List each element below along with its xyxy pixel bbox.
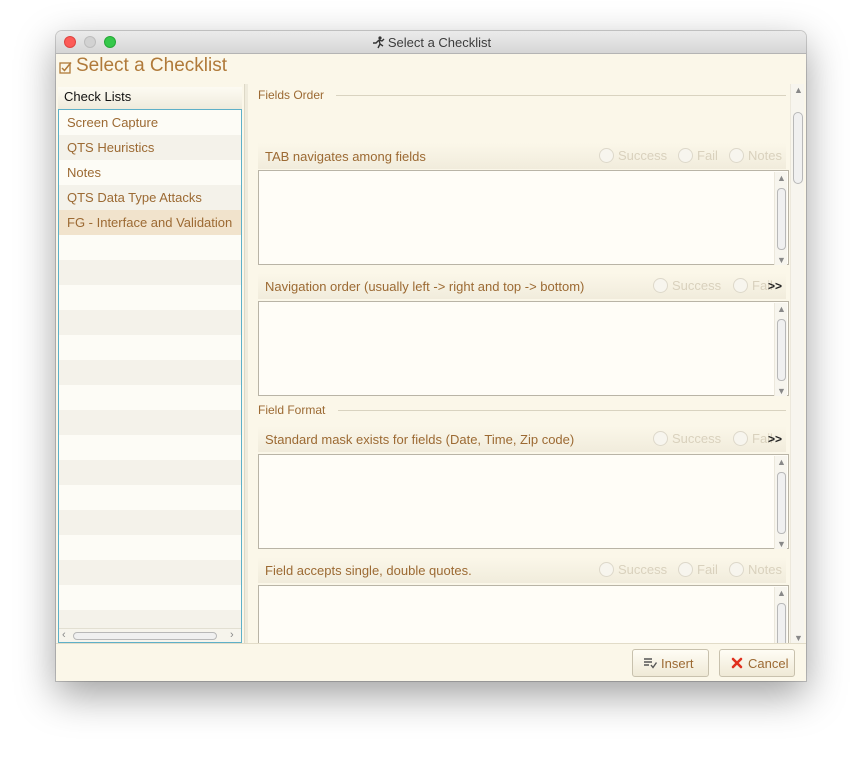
section-field-format: Field Format (258, 403, 326, 417)
field-standard-mask: Standard mask exists for fields (Date, T… (258, 426, 786, 452)
radio-circle-icon (599, 148, 614, 163)
empty-row (59, 260, 241, 285)
field-navigation-order: Navigation order (usually left -> right … (258, 273, 786, 299)
list-scroll-thumb[interactable] (73, 632, 217, 640)
textarea-scrollbar[interactable]: ▲ (774, 587, 787, 643)
scroll-thumb[interactable] (777, 188, 786, 250)
window-title: Select a Checklist (387, 35, 492, 50)
notes-textarea-3[interactable]: ▲ ▼ (258, 454, 789, 549)
textarea-scrollbar[interactable]: ▲ ▼ (774, 303, 787, 396)
radio-circle-icon (733, 278, 748, 293)
scroll-up-icon[interactable]: ▲ (777, 173, 786, 183)
cancel-label: Cancel (748, 656, 789, 671)
field-label: Field accepts single, double quotes. (265, 563, 472, 578)
checklist-list[interactable]: Screen Capture QTS Heuristics Notes QTS … (58, 109, 242, 643)
scroll-thumb[interactable] (777, 319, 786, 381)
scroll-thumb[interactable] (777, 603, 786, 643)
insert-list-icon (644, 658, 657, 669)
success-radio[interactable]: Success (653, 431, 721, 446)
empty-row (59, 360, 241, 385)
notes-textarea-2[interactable]: ▲ ▼ (258, 301, 789, 396)
field-label: Navigation order (usually left -> right … (265, 279, 585, 294)
radio-circle-icon (653, 431, 668, 446)
textarea-scrollbar[interactable]: ▲ ▼ (774, 172, 787, 265)
scroll-thumb[interactable] (777, 472, 786, 534)
empty-row (59, 560, 241, 585)
scroll-up-icon[interactable]: ▲ (794, 85, 803, 95)
empty-row (59, 460, 241, 485)
scroll-up-icon[interactable]: ▲ (777, 304, 786, 314)
field-label: Standard mask exists for fields (Date, T… (265, 432, 575, 447)
field-accepts-quotes: Field accepts single, double quotes. Suc… (258, 557, 786, 583)
textarea-scrollbar[interactable]: ▲ ▼ (774, 456, 787, 549)
empty-row (59, 310, 241, 335)
scroll-down-icon[interactable]: ▼ (777, 386, 786, 396)
scroll-down-icon[interactable]: ▼ (794, 633, 803, 643)
window-title-wrap: Select a Checklist (56, 35, 806, 50)
dialog-window: Select a Checklist Select a Checklist Ch… (56, 31, 806, 681)
empty-row (59, 510, 241, 535)
section-divider (338, 410, 786, 411)
checklist-detail-panel: Fields Order TAB navigates among fields … (248, 84, 790, 643)
list-horizontal-scrollbar[interactable]: ‹ › (59, 628, 241, 642)
empty-row (59, 410, 241, 435)
section-fields-order: Fields Order (258, 88, 325, 102)
fail-radio[interactable]: Fail (678, 562, 718, 577)
empty-row (59, 335, 241, 360)
success-radio[interactable]: Success (599, 562, 667, 577)
fail-radio[interactable]: Fail (733, 278, 773, 293)
notes-textarea-1[interactable]: ▲ ▼ (258, 170, 789, 265)
radio-circle-icon (653, 278, 668, 293)
notes-textarea-4[interactable]: ▲ (258, 585, 789, 643)
success-radio[interactable]: Success (599, 148, 667, 163)
dialog-header: Select a Checklist (56, 54, 806, 82)
fail-radio[interactable]: Fail (733, 431, 773, 446)
close-x-icon (731, 657, 743, 669)
empty-row (59, 385, 241, 410)
runner-icon (372, 36, 385, 49)
scroll-down-icon[interactable]: ▼ (777, 539, 786, 549)
radio-circle-icon (733, 431, 748, 446)
radio-circle-icon (599, 562, 614, 577)
insert-label: Insert (661, 656, 694, 671)
radio-circle-icon (678, 148, 693, 163)
checklist-item-fg-interface-validation[interactable]: FG - Interface and Validation (59, 210, 241, 235)
checklist-item-qts-heuristics[interactable]: QTS Heuristics (59, 135, 241, 160)
empty-row (59, 235, 241, 260)
checklist-item-screen-capture[interactable]: Screen Capture (59, 110, 241, 135)
scroll-up-icon[interactable]: ▲ (777, 588, 786, 598)
success-radio[interactable]: Success (653, 278, 721, 293)
field-label: TAB navigates among fields (265, 149, 426, 164)
field-tab-navigates: TAB navigates among fields Success Fail … (258, 143, 786, 169)
insert-button[interactable]: Insert (632, 649, 709, 677)
dialog-title: Select a Checklist (76, 55, 228, 76)
scroll-left-icon[interactable]: ‹ (62, 629, 66, 641)
scroll-down-icon[interactable]: ▼ (777, 255, 786, 265)
empty-row (59, 585, 241, 610)
notes-radio[interactable]: Notes (729, 148, 782, 163)
radio-circle-icon (729, 562, 744, 577)
radio-circle-icon (678, 562, 693, 577)
button-bar: Insert Cancel (56, 643, 806, 681)
notes-radio[interactable]: Notes (729, 562, 782, 577)
empty-row (59, 535, 241, 560)
more-options-button[interactable]: >> (768, 279, 782, 293)
radio-circle-icon (729, 148, 744, 163)
fail-radio[interactable]: Fail (678, 148, 718, 163)
more-options-button[interactable]: >> (768, 432, 782, 446)
panel-scroll-thumb[interactable] (793, 112, 803, 184)
cancel-button[interactable]: Cancel (719, 649, 795, 677)
checklist-item-notes[interactable]: Notes (59, 160, 241, 185)
checkbox-icon (59, 62, 72, 74)
checklist-item-qts-data-type-attacks[interactable]: QTS Data Type Attacks (59, 185, 241, 210)
title-bar[interactable]: Select a Checklist (56, 31, 806, 54)
empty-row (59, 485, 241, 510)
empty-row (59, 435, 241, 460)
empty-row (59, 285, 241, 310)
panel-vertical-scrollbar[interactable]: ▲ ▼ (790, 84, 804, 643)
scroll-right-icon[interactable]: › (230, 629, 234, 641)
section-divider (336, 95, 786, 96)
scroll-up-icon[interactable]: ▲ (777, 457, 786, 467)
checklists-header[interactable]: Check Lists (58, 87, 242, 109)
